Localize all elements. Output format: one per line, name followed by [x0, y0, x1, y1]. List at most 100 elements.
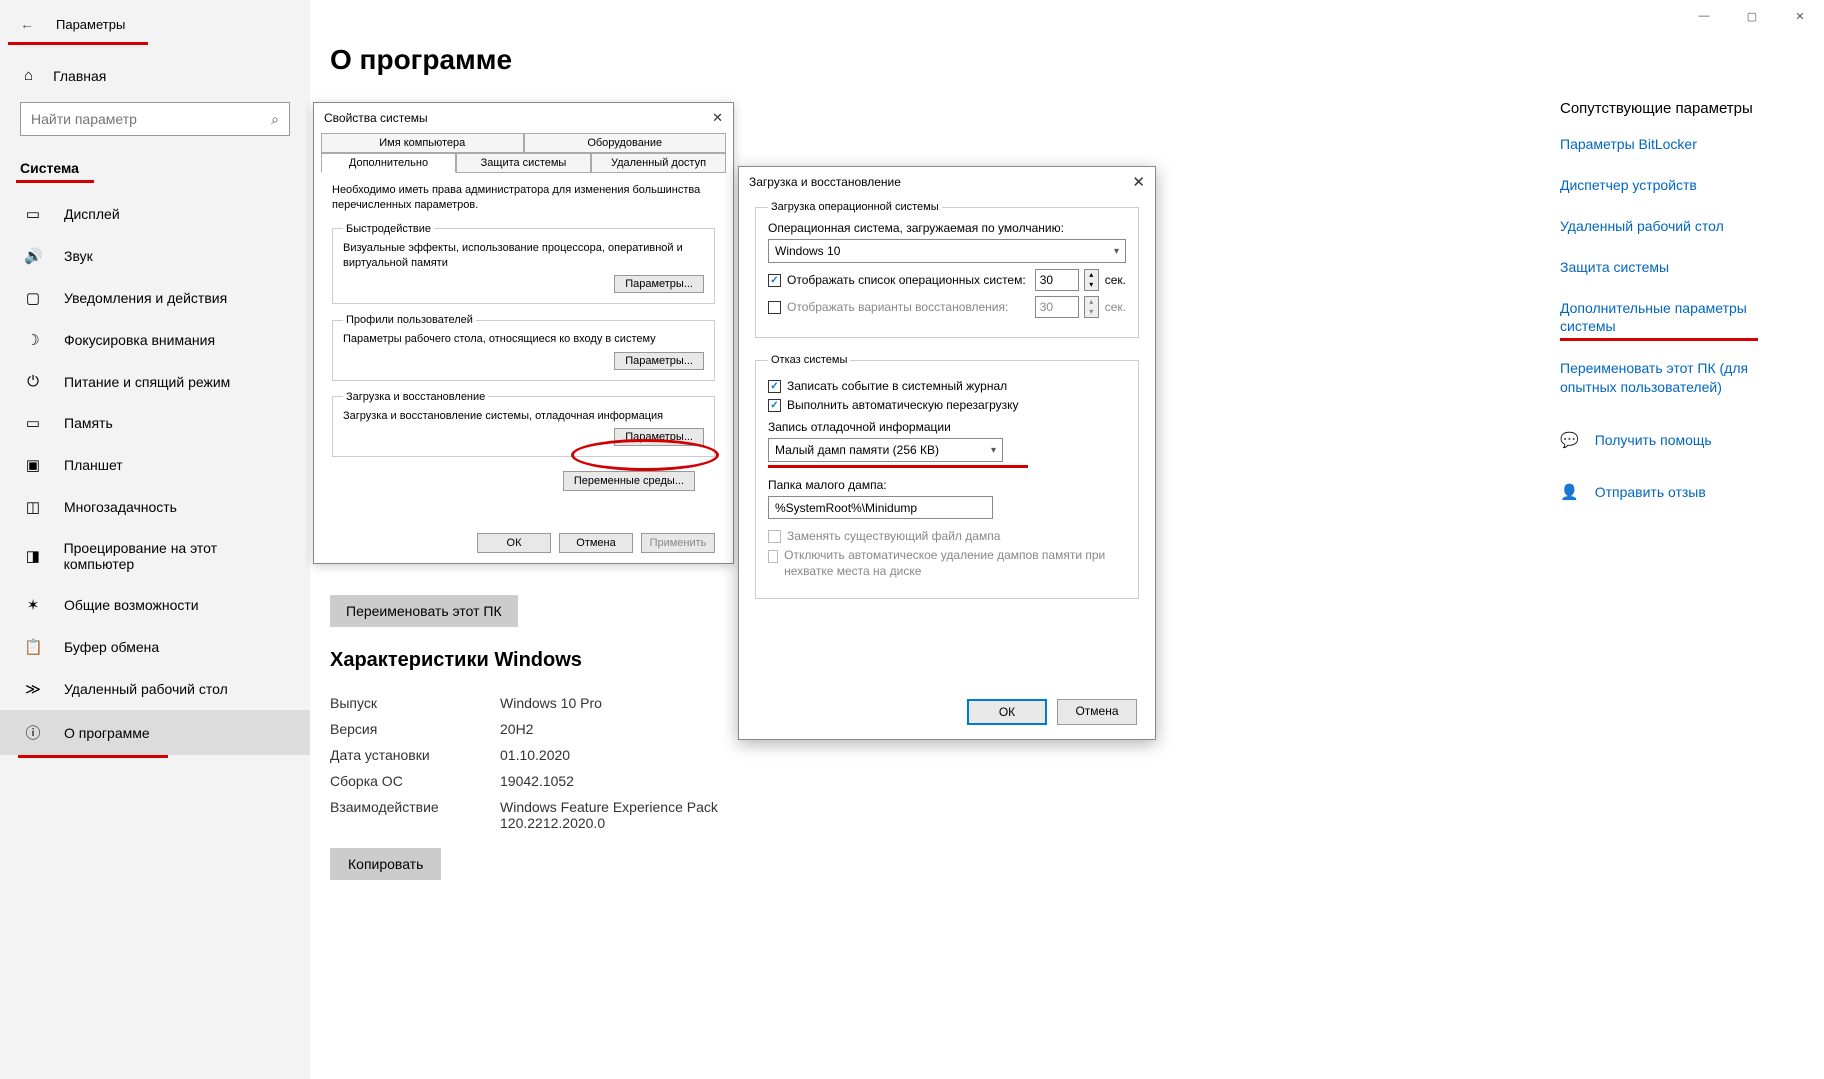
nav-storage[interactable]: ▭Память — [0, 402, 310, 444]
checkbox-label: Выполнить автоматическую перезагрузку — [787, 398, 1019, 412]
seconds-label: сек. — [1105, 300, 1126, 314]
nav-sound[interactable]: 🔊Звук — [0, 235, 310, 277]
rename-pc-button[interactable]: Переименовать этот ПК — [330, 595, 518, 627]
show-recovery-checkbox[interactable] — [768, 301, 781, 314]
section-label: Система — [0, 140, 310, 176]
nav-about[interactable]: ⓘО программе — [0, 710, 310, 755]
nav-focus[interactable]: ☽Фокусировка внимания — [0, 319, 310, 361]
env-vars-button[interactable]: Переменные среды... — [563, 471, 695, 491]
show-os-list-checkbox[interactable] — [768, 274, 781, 287]
auto-reboot-checkbox[interactable] — [768, 399, 781, 412]
checkbox-label: Отображать список операционных систем: — [787, 273, 1030, 287]
display-icon: ▭ — [24, 205, 42, 223]
close-button[interactable]: ✕ — [1776, 0, 1824, 32]
replace-dump-checkbox — [768, 530, 781, 543]
default-os-label: Операционная система, загружаемая по умо… — [768, 221, 1126, 235]
nav-tablet[interactable]: ▣Планшет — [0, 444, 310, 486]
dump-folder-input[interactable]: %SystemRoot%\Minidump — [768, 496, 993, 519]
performance-settings-button[interactable]: Параметры... — [614, 275, 704, 293]
annotation-underline — [8, 42, 148, 45]
clipboard-icon: 📋 — [24, 638, 42, 656]
nav-display[interactable]: ▭Дисплей — [0, 193, 310, 235]
link-remote-desktop[interactable]: Удаленный рабочий стол — [1560, 217, 1780, 236]
related-title: Сопутствующие параметры — [1560, 100, 1780, 117]
checkbox-label: Заменять существующий файл дампа — [787, 529, 1000, 543]
checkbox-label: Записать событие в системный журнал — [787, 379, 1007, 393]
select-value: Windows 10 — [775, 244, 840, 258]
checkbox-label: Отображать варианты восстановления: — [787, 300, 1030, 314]
search-input[interactable] — [31, 111, 271, 127]
related-settings: Сопутствующие параметры Параметры BitLoc… — [1560, 100, 1780, 519]
tab-remote[interactable]: Удаленный доступ — [591, 153, 726, 173]
minimize-button[interactable]: — — [1680, 0, 1728, 32]
storage-icon: ▭ — [24, 414, 42, 432]
maximize-button[interactable]: ▢ — [1728, 0, 1776, 32]
nav-remote[interactable]: ≫Удаленный рабочий стол — [0, 668, 310, 710]
fieldset-desc: Загрузка и восстановление системы, отлад… — [343, 409, 704, 424]
fieldset-legend: Профили пользователей — [343, 314, 476, 326]
system-failure-fieldset: Отказ системы Записать событие в системн… — [755, 354, 1139, 599]
link-device-manager[interactable]: Диспетчер устройств — [1560, 176, 1780, 195]
ok-button[interactable]: ОК — [967, 699, 1047, 725]
cancel-button[interactable]: Отмена — [559, 533, 633, 553]
debug-dump-select[interactable]: Малый дамп памяти (256 КВ) ▾ — [768, 438, 1003, 462]
search-box[interactable]: ⌕ — [20, 102, 290, 136]
os-boot-fieldset: Загрузка операционной системы Операционн… — [755, 201, 1139, 338]
nav-clipboard[interactable]: 📋Буфер обмена — [0, 626, 310, 668]
nav-project[interactable]: ◨Проецирование на этот компьютер — [0, 528, 310, 584]
tab-computer-name[interactable]: Имя компьютера — [321, 133, 524, 153]
default-os-select[interactable]: Windows 10 ▾ — [768, 239, 1126, 263]
tab-protection[interactable]: Защита системы — [456, 153, 591, 173]
nav-power[interactable]: ⏻Питание и спящий режим — [0, 361, 310, 402]
write-event-checkbox[interactable] — [768, 380, 781, 393]
spec-label: Версия — [330, 721, 500, 737]
dialog-title: Свойства системы — [324, 111, 712, 125]
window-controls: — ▢ ✕ — [1680, 0, 1824, 32]
ok-button[interactable]: ОК — [477, 533, 551, 553]
get-help-link[interactable]: 💬 Получить помощь — [1560, 431, 1780, 449]
chevron-down-icon: ▾ — [1114, 246, 1119, 257]
debug-info-label: Запись отладочной информации — [768, 420, 1126, 434]
admin-note: Необходимо иметь права администратора дл… — [332, 183, 715, 213]
spec-label: Сборка ОС — [330, 773, 500, 789]
fieldset-legend: Загрузка и восстановление — [343, 391, 488, 403]
startup-settings-button[interactable]: Параметры... — [614, 428, 704, 446]
spec-label: Выпуск — [330, 695, 500, 711]
annotation-underline — [16, 180, 94, 183]
tablet-icon: ▣ — [24, 456, 42, 474]
page-title: О программе — [330, 44, 1150, 76]
copy-button[interactable]: Копировать — [330, 848, 441, 880]
spinner[interactable]: ▴▾ — [1084, 269, 1099, 291]
fieldset-legend: Загрузка операционной системы — [768, 201, 942, 213]
nav-notifications[interactable]: ▢Уведомления и действия — [0, 277, 310, 319]
fieldset-desc: Визуальные эффекты, использование процес… — [343, 241, 704, 272]
os-list-seconds-input[interactable]: 30 — [1035, 269, 1079, 291]
cancel-button[interactable]: Отмена — [1057, 699, 1137, 725]
tab-hardware[interactable]: Оборудование — [524, 133, 727, 153]
search-icon: ⌕ — [271, 111, 279, 128]
system-properties-dialog: Свойства системы ✕ Имя компьютера Оборуд… — [313, 102, 734, 564]
close-icon[interactable]: ✕ — [1132, 173, 1145, 191]
tab-advanced[interactable]: Дополнительно — [321, 153, 456, 173]
home-button[interactable]: ⌂ Главная — [0, 57, 310, 94]
nav-shared[interactable]: ✶Общие возможности — [0, 584, 310, 626]
help-icon: 💬 — [1560, 431, 1579, 449]
nav-multitask[interactable]: ◫Многозадачность — [0, 486, 310, 528]
spinner: ▴▾ — [1084, 296, 1099, 318]
profiles-settings-button[interactable]: Параметры... — [614, 352, 704, 370]
annotation-underline — [1560, 338, 1758, 341]
recovery-seconds-input: 30 — [1035, 296, 1079, 318]
notifications-icon: ▢ — [24, 289, 42, 307]
sound-icon: 🔊 — [24, 247, 42, 265]
feedback-link[interactable]: 👤 Отправить отзыв — [1560, 483, 1780, 501]
link-advanced-system[interactable]: Дополнительные параметры системы — [1560, 299, 1780, 337]
close-icon[interactable]: ✕ — [712, 110, 723, 126]
checkbox-label: Отключить автоматическое удаление дампов… — [784, 548, 1126, 579]
link-bitlocker[interactable]: Параметры BitLocker — [1560, 135, 1780, 154]
back-icon[interactable]: ← — [20, 16, 34, 32]
link-system-protection[interactable]: Защита системы — [1560, 258, 1780, 277]
remote-icon: ≫ — [24, 680, 42, 698]
link-rename-pc[interactable]: Переименовать этот ПК (для опытных польз… — [1560, 359, 1780, 397]
disable-autodelete-checkbox — [768, 550, 778, 563]
apply-button: Применить — [641, 533, 715, 553]
